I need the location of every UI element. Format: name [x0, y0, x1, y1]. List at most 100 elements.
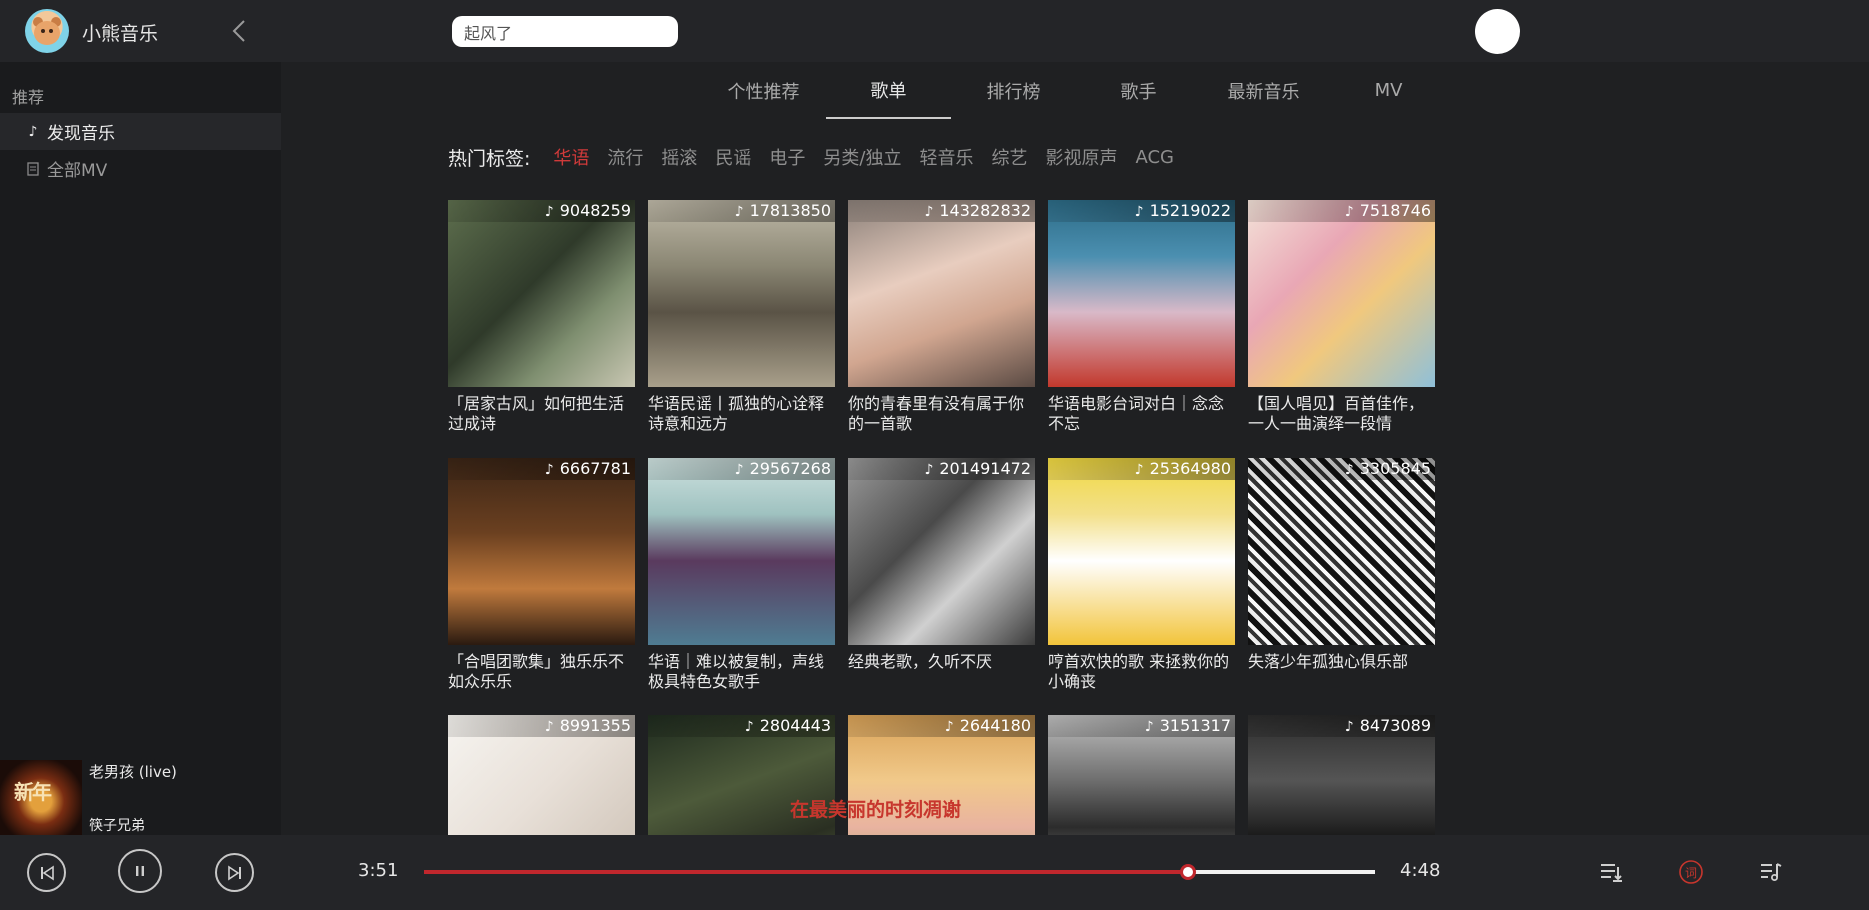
pause-button[interactable]: [118, 849, 162, 893]
playlist-cover[interactable]: ♪ 143282832: [848, 200, 1035, 387]
music-note-icon: ♪: [1344, 719, 1354, 735]
playlist-card[interactable]: ♪ 143282832 你的青春里有没有属于你的一首歌: [848, 200, 1035, 434]
music-note-icon: ♪: [1344, 462, 1354, 478]
tag-item[interactable]: 华语: [553, 144, 589, 170]
tag-item[interactable]: 综艺: [991, 144, 1027, 170]
playlist-queue-icon[interactable]: [1597, 858, 1625, 886]
tab-mv[interactable]: MV: [1326, 62, 1451, 119]
playlist-card[interactable]: ♪ 201491472 经典老歌，久听不厌: [848, 458, 1035, 672]
music-note-icon: ♪: [734, 462, 744, 478]
music-note-icon: ♪: [544, 462, 554, 478]
play-count: ♪ 2804443: [648, 715, 835, 737]
tag-item[interactable]: 另类/独立: [823, 144, 901, 170]
current-time: 3:51: [358, 860, 399, 881]
tab-playlists[interactable]: 歌单: [826, 62, 951, 119]
music-list-icon[interactable]: [1757, 858, 1785, 886]
play-count: ♪ 25364980: [1048, 458, 1235, 480]
playlist-card[interactable]: ♪ 17813850 华语民谣丨孤独的心诠释诗意和远方: [648, 200, 835, 434]
playlist-title[interactable]: 「合唱团歌集」独乐乐不如众乐乐: [448, 652, 635, 692]
play-count-value: 7518746: [1359, 201, 1431, 220]
music-note-icon: ♪: [544, 719, 554, 735]
play-count-value: 8473089: [1359, 716, 1431, 735]
playlist-title[interactable]: 哼首欢快的歌 来拯救你的小确丧: [1048, 652, 1235, 692]
playlist-title[interactable]: 华语电影台词对白｜念念不忘: [1048, 394, 1235, 434]
main-content: 个性推荐 歌单 排行榜 歌手 最新音乐 MV 热门标签: 华语 流行 摇滚 民谣…: [281, 62, 1869, 835]
play-count-value: 2804443: [759, 716, 831, 735]
playlist-card[interactable]: ♪ 3151317: [1048, 715, 1235, 835]
playlist-card[interactable]: ♪ 9048259 「居家古风」如何把生活过成诗: [448, 200, 635, 434]
tag-item[interactable]: 影视原声: [1045, 144, 1117, 170]
play-count-value: 143282832: [939, 201, 1031, 220]
sidebar-item-label: 发现音乐: [47, 124, 115, 144]
tag-item[interactable]: 民谣: [715, 144, 751, 170]
playlist-card[interactable]: ♪ 15219022 华语电影台词对白｜念念不忘: [1048, 200, 1235, 434]
play-count-value: 8991355: [559, 716, 631, 735]
playlist-card[interactable]: ♪ 25364980 哼首欢快的歌 来拯救你的小确丧: [1048, 458, 1235, 692]
play-count-value: 29567268: [749, 459, 831, 478]
player-bar: 3:51 4:48 词: [0, 835, 1869, 910]
playlist-cover[interactable]: ♪ 15219022: [1048, 200, 1235, 387]
playlist-card[interactable]: ♪ 7518746 【国人唱见】百首佳作，一人一曲演绎一段情: [1248, 200, 1435, 434]
tag-item[interactable]: 摇滚: [661, 144, 697, 170]
hot-tags: 热门标签: 华语 流行 摇滚 民谣 电子 另类/独立 轻音乐 综艺 影视原声 A…: [448, 142, 1183, 172]
now-playing-artist: 筷子兄弟: [89, 818, 145, 834]
playlist-cover[interactable]: ♪ 9048259: [448, 200, 635, 387]
tag-item[interactable]: 流行: [607, 144, 643, 170]
back-chevron-icon[interactable]: [226, 16, 252, 46]
playlist-title[interactable]: 【国人唱见】百首佳作，一人一曲演绎一段情: [1248, 394, 1435, 434]
playlist-cover[interactable]: ♪ 6667781: [448, 458, 635, 645]
hot-tags-label: 热门标签:: [448, 147, 531, 170]
playlist-card[interactable]: ♪ 8991355: [448, 715, 635, 835]
playlist-title[interactable]: 华语｜难以被复制，声线极具特色女歌手: [648, 652, 835, 692]
playlist-cover[interactable]: ♪ 8473089: [1248, 715, 1435, 835]
sidebar-item-all-mv[interactable]: 全部MV: [0, 150, 281, 187]
play-count: ♪ 17813850: [648, 200, 835, 222]
progress-slider[interactable]: [424, 864, 1375, 880]
tab-new-music[interactable]: 最新音乐: [1201, 62, 1326, 119]
playlist-title[interactable]: 你的青春里有没有属于你的一首歌: [848, 394, 1035, 434]
play-count: ♪ 9048259: [448, 200, 635, 222]
playlist-title[interactable]: 经典老歌，久听不厌: [848, 652, 1035, 672]
music-note-icon: ♪: [28, 123, 38, 140]
tab-personal-recommend[interactable]: 个性推荐: [701, 62, 826, 119]
play-count: ♪ 3305845: [1248, 458, 1435, 480]
tag-item[interactable]: 轻音乐: [919, 144, 973, 170]
playlist-title[interactable]: 华语民谣丨孤独的心诠释诗意和远方: [648, 394, 835, 434]
playlist-cover[interactable]: ♪ 3151317: [1048, 715, 1235, 835]
playlist-card[interactable]: ♪ 8473089: [1248, 715, 1435, 835]
user-avatar[interactable]: [1475, 9, 1520, 54]
tag-item[interactable]: 电子: [769, 144, 805, 170]
progress-handle[interactable]: [1179, 864, 1196, 880]
lyrics-toggle-icon[interactable]: 词: [1677, 858, 1705, 886]
document-icon: [25, 161, 41, 177]
sidebar-item-label: 全部MV: [47, 161, 108, 181]
playlist-cover[interactable]: ♪ 17813850: [648, 200, 835, 387]
playlist-title[interactable]: 失落少年孤独心俱乐部: [1248, 652, 1435, 672]
playlist-card[interactable]: ♪ 3305845 失落少年孤独心俱乐部: [1248, 458, 1435, 672]
previous-track-button[interactable]: [27, 853, 66, 892]
play-count: ♪ 8473089: [1248, 715, 1435, 737]
playlist-card[interactable]: ♪ 29567268 华语｜难以被复制，声线极具特色女歌手: [648, 458, 835, 692]
playlist-cover[interactable]: ♪ 8991355: [448, 715, 635, 835]
tab-artists[interactable]: 歌手: [1076, 62, 1201, 119]
next-track-button[interactable]: [215, 853, 254, 892]
playlist-cover[interactable]: ♪ 25364980: [1048, 458, 1235, 645]
play-count: ♪ 15219022: [1048, 200, 1235, 222]
playlist-cover[interactable]: ♪ 7518746: [1248, 200, 1435, 387]
sidebar-item-discover-music[interactable]: ♪ 发现音乐: [0, 113, 281, 150]
play-count: ♪ 3151317: [1048, 715, 1235, 737]
category-tabs: 个性推荐 歌单 排行榜 歌手 最新音乐 MV: [701, 62, 1451, 120]
search-input[interactable]: [452, 16, 678, 47]
playlist-cover[interactable]: ♪ 201491472: [848, 458, 1035, 645]
play-count-value: 3305845: [1359, 459, 1431, 478]
music-note-icon: ♪: [744, 719, 754, 735]
playlist-cover[interactable]: ♪ 29567268: [648, 458, 835, 645]
tab-charts[interactable]: 排行榜: [951, 62, 1076, 119]
playlist-title[interactable]: 「居家古风」如何把生活过成诗: [448, 394, 635, 434]
playlist-card[interactable]: ♪ 6667781 「合唱团歌集」独乐乐不如众乐乐: [448, 458, 635, 692]
now-playing-cover[interactable]: 新年: [0, 760, 82, 835]
playlist-cover[interactable]: ♪ 3305845: [1248, 458, 1435, 645]
tag-item[interactable]: ACG: [1135, 147, 1174, 168]
play-count: ♪ 2644180: [848, 715, 1035, 737]
sidebar-section-title: 推荐: [12, 88, 45, 107]
